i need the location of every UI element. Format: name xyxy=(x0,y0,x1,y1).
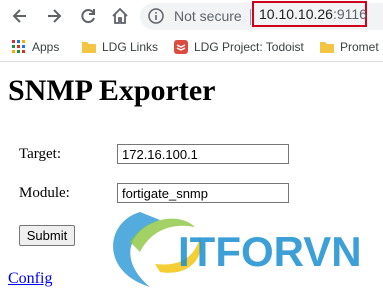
apps-grid-icon xyxy=(12,40,25,53)
browser-toolbar: Not secure 10.10.10.26:9116 xyxy=(0,0,383,33)
bookmark-label: LDG Links xyxy=(102,40,159,54)
bookmarks-bar: Apps LDG Links LDG Project: Todoist Prom… xyxy=(0,33,383,62)
page-title: SNMP Exporter xyxy=(8,74,216,107)
address-separator xyxy=(250,9,251,25)
forward-button[interactable] xyxy=(42,4,66,28)
bookmark-promet[interactable]: Promet xyxy=(320,38,379,56)
page-content: SNMP Exporter Target: Module: Submit Con… xyxy=(0,62,383,294)
watermark-text: ITFORVN xyxy=(178,228,362,275)
url-text[interactable]: 10.10.10.26:9116 xyxy=(259,6,367,22)
folder-icon xyxy=(82,42,96,53)
back-button[interactable] xyxy=(8,4,32,28)
bookmark-apps[interactable]: Apps xyxy=(12,38,59,56)
bookmark-ldg-project-todoist[interactable]: LDG Project: Todoist xyxy=(174,38,304,56)
todoist-icon xyxy=(174,40,188,54)
bookmark-ldg-links[interactable]: LDG Links xyxy=(82,38,158,56)
bookmark-label: Apps xyxy=(32,40,60,54)
home-button[interactable] xyxy=(108,4,132,28)
info-icon[interactable] xyxy=(148,8,164,24)
forward-arrow-icon xyxy=(48,9,62,23)
submit-button[interactable]: Submit xyxy=(19,225,75,246)
reload-icon xyxy=(81,9,95,24)
bookmark-label: Promet xyxy=(340,40,379,54)
reload-button[interactable] xyxy=(76,4,100,28)
folder-icon xyxy=(320,42,334,53)
url-port: :9116 xyxy=(332,6,367,22)
security-label[interactable]: Not secure xyxy=(174,8,242,24)
target-label: Target: xyxy=(19,146,61,162)
url-highlight-box[interactable]: 10.10.10.26:9116 xyxy=(252,1,367,27)
config-link[interactable]: Config xyxy=(8,270,52,288)
itforvn-watermark-logo: ITFORVN xyxy=(113,212,362,287)
bookmark-label: LDG Project: Todoist xyxy=(194,40,304,54)
module-input[interactable] xyxy=(117,183,289,203)
home-icon xyxy=(112,7,128,24)
target-input[interactable] xyxy=(117,144,289,164)
back-arrow-icon xyxy=(12,9,26,23)
module-label: Module: xyxy=(19,185,70,201)
url-host: 10.10.10.26 xyxy=(259,6,333,22)
